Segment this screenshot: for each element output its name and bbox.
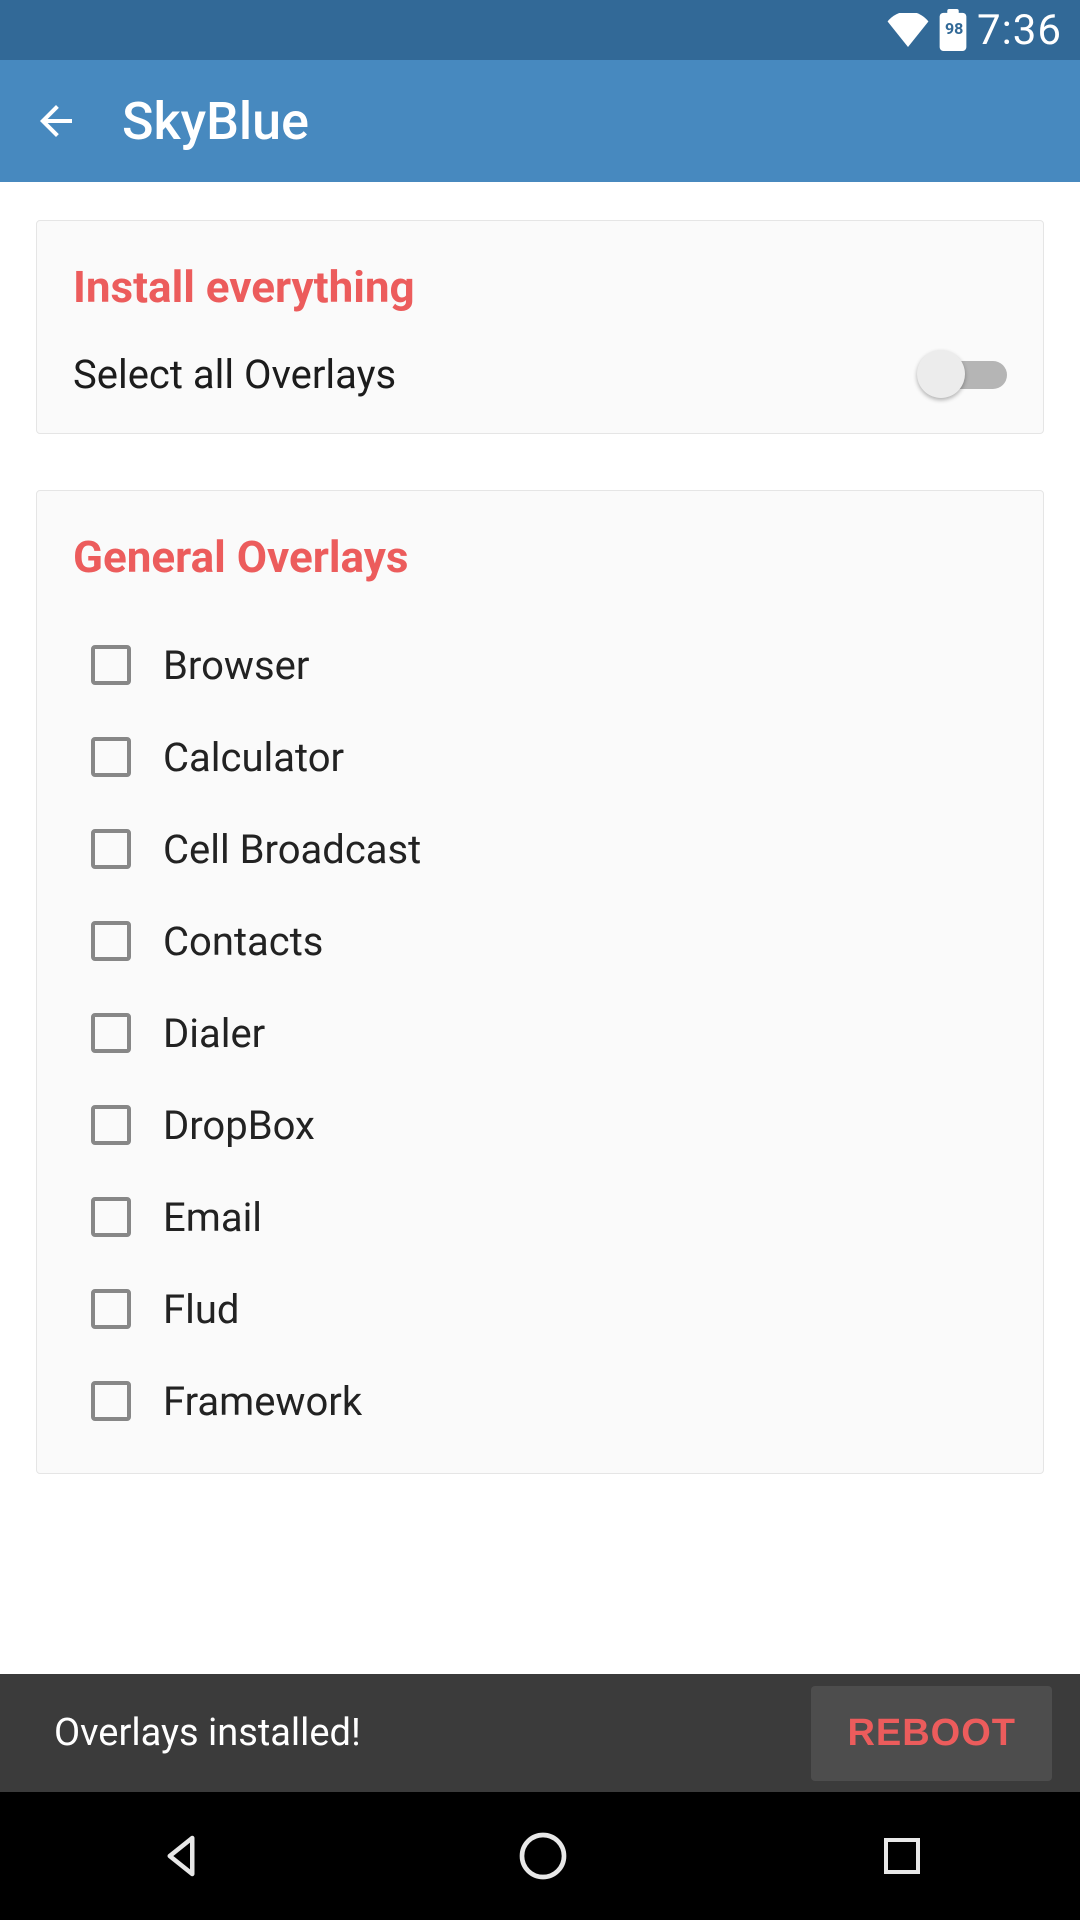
overlay-item-cell-broadcast[interactable]: Cell Broadcast xyxy=(91,803,1007,895)
navigation-bar xyxy=(0,1792,1080,1920)
overlay-item-email[interactable]: Email xyxy=(91,1171,1007,1263)
install-card-title: Install everything xyxy=(73,261,1007,313)
select-all-label: Select all Overlays xyxy=(73,351,396,398)
wifi-icon xyxy=(887,13,929,47)
overlay-list: Browser Calculator Cell Broadcast Contac… xyxy=(73,619,1007,1447)
install-everything-card: Install everything Select all Overlays xyxy=(36,220,1044,434)
toggle-thumb xyxy=(917,350,965,398)
checkbox-icon[interactable] xyxy=(91,737,131,777)
checkbox-icon[interactable] xyxy=(91,1013,131,1053)
checkbox-icon[interactable] xyxy=(91,829,131,869)
select-all-toggle[interactable] xyxy=(917,349,1007,399)
nav-back-icon[interactable] xyxy=(154,1829,208,1883)
battery-level: 98 xyxy=(945,19,963,38)
overlay-item-calculator[interactable]: Calculator xyxy=(91,711,1007,803)
overlay-item-contacts[interactable]: Contacts xyxy=(91,895,1007,987)
app-bar: SkyBlue xyxy=(0,60,1080,182)
overlays-card-title: General Overlays xyxy=(73,531,1007,583)
checkbox-icon[interactable] xyxy=(91,1289,131,1329)
battery-icon: 98 xyxy=(939,9,967,51)
overlay-label: Contacts xyxy=(163,918,323,965)
back-icon[interactable] xyxy=(30,95,82,147)
overlay-label: DropBox xyxy=(163,1102,315,1149)
status-bar: 98 7:36 xyxy=(0,0,1080,60)
nav-recent-icon[interactable] xyxy=(878,1832,926,1880)
general-overlays-card: General Overlays Browser Calculator Cell… xyxy=(36,490,1044,1474)
content: Install everything Select all Overlays G… xyxy=(0,182,1080,1674)
checkbox-icon[interactable] xyxy=(91,1197,131,1237)
overlay-item-flud[interactable]: Flud xyxy=(91,1263,1007,1355)
nav-home-icon[interactable] xyxy=(515,1828,571,1884)
reboot-button[interactable]: REBOOT xyxy=(811,1686,1052,1781)
overlay-label: Browser xyxy=(163,642,309,689)
overlay-item-framework[interactable]: Framework xyxy=(91,1355,1007,1447)
checkbox-icon[interactable] xyxy=(91,1105,131,1145)
snackbar-message: Overlays installed! xyxy=(54,1711,361,1755)
select-all-row[interactable]: Select all Overlays xyxy=(73,349,1007,399)
page-title: SkyBlue xyxy=(122,91,309,152)
overlay-item-dialer[interactable]: Dialer xyxy=(91,987,1007,1079)
screen: 98 7:36 SkyBlue Install everything Selec… xyxy=(0,0,1080,1920)
overlay-label: Cell Broadcast xyxy=(163,826,421,873)
overlay-label: Dialer xyxy=(163,1010,265,1057)
overlay-item-dropbox[interactable]: DropBox xyxy=(91,1079,1007,1171)
checkbox-icon[interactable] xyxy=(91,1381,131,1421)
overlay-label: Email xyxy=(163,1194,262,1241)
overlay-label: Framework xyxy=(163,1378,362,1425)
overlay-item-browser[interactable]: Browser xyxy=(91,619,1007,711)
checkbox-icon[interactable] xyxy=(91,645,131,685)
overlay-label: Calculator xyxy=(163,734,344,781)
checkbox-icon[interactable] xyxy=(91,921,131,961)
overlay-label: Flud xyxy=(163,1286,239,1333)
status-time: 7:36 xyxy=(977,6,1062,55)
snackbar: Overlays installed! REBOOT xyxy=(0,1674,1080,1792)
